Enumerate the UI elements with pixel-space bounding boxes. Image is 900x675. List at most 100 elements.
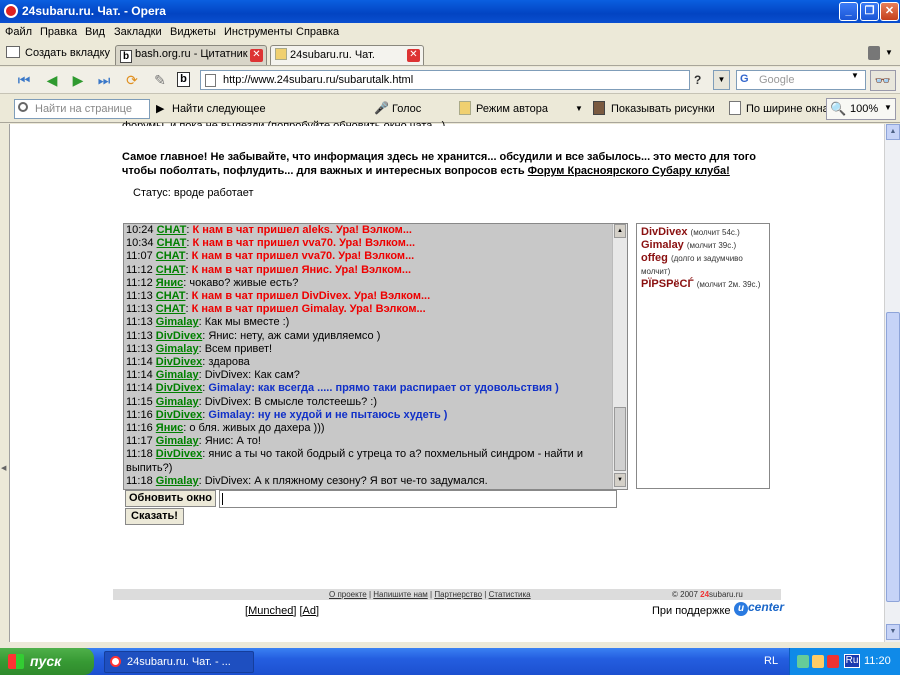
author-mode-dropdown-icon[interactable]: ▼ [575,104,583,113]
side-panel-toggle[interactable]: ◀ [0,124,9,642]
address-bar: ⏮ ◀ ▶ ⏭ ⟳ ✎ b http://www.24subaru.ru/sub… [0,67,900,94]
help-icon[interactable]: ? [694,73,701,87]
taskbar-item-opera[interactable]: 24subaru.ru. Чат. - ... [104,651,254,673]
chat-scroll-thumb[interactable] [614,407,626,471]
page-favicon-icon [275,48,287,60]
menu-bookmarks[interactable]: Закладки [114,26,162,38]
message-nick[interactable]: Gimalay [156,369,199,381]
bookmark-b-icon[interactable]: b [177,72,190,87]
message-nick[interactable]: CHAT [156,264,186,276]
forward-icon[interactable]: ▶ [70,72,86,88]
scroll-up-icon[interactable]: ▲ [886,124,900,140]
tab-close-icon[interactable]: ✕ [407,49,420,62]
trash-dropdown-icon[interactable]: ▼ [885,48,893,57]
menu-widgets[interactable]: Виджеты [170,26,216,38]
page-scrollbar[interactable]: ▲ ▼ [884,124,900,642]
find-input[interactable]: Найти на странице [14,99,150,119]
clipped-text: форумы, и пока не вылезли (попробуйте об… [122,120,446,126]
edit-icon[interactable]: ✎ [152,72,168,88]
message-text: Янис: нету, аж сами удивляемсо ) [208,329,381,342]
language-indicator[interactable]: RL [764,655,778,667]
fit-width-button[interactable]: По ширине окна [746,103,829,115]
user-list-item[interactable]: DivDivex (молчит 54с.) [641,226,765,239]
footer-link-partnership[interactable]: Партнерство [434,590,482,599]
zoom-dropdown-icon[interactable]: ▼ [884,103,892,112]
fast-forward-icon[interactable]: ⏭ [96,72,112,88]
user-list-item[interactable]: PÏPSPëCЃ (молчит 2м. 39с.) [641,278,765,291]
message-nick[interactable]: Янис [156,422,183,434]
scroll-thumb[interactable] [886,312,900,602]
menu-file[interactable]: Файл [5,26,32,38]
maximize-button[interactable]: ❐ [860,2,879,21]
message-nick[interactable]: CHAT [156,303,186,315]
message-time: 11:13 [126,303,153,316]
footer-link-contact[interactable]: Напишите нам [373,590,428,599]
tray-language-icon[interactable]: Ru [844,654,860,668]
close-button[interactable]: ✕ [880,2,899,21]
menu-help[interactable]: Справка [296,26,339,38]
message-nick[interactable]: Gimalay [156,475,199,487]
trash-icon[interactable] [868,46,880,60]
show-images-button[interactable]: Показывать рисунки [611,103,715,115]
reload-icon[interactable]: ⟳ [124,72,140,88]
chat-scroll-down-icon[interactable]: ▼ [614,473,626,487]
chat-message: 11:16 DivDivex: Gimalay: ну не худой и н… [126,409,611,422]
forum-link[interactable]: Форум Красноярского Субару клуба! [528,165,730,177]
menu-edit[interactable]: Правка [40,26,77,38]
search-dropdown-icon[interactable]: ▼ [851,71,859,80]
ucenter-logo[interactable]: u center [734,600,784,616]
message-nick[interactable]: DivDivex [156,448,202,460]
message-nick[interactable]: Gimalay [156,396,199,408]
tab-24subaru[interactable]: 24subaru.ru. Чат. ✕ [270,45,424,65]
user-list-item[interactable]: Gimalay (молчит 39с.) [641,239,765,252]
url-field[interactable]: http://www.24subaru.ru/subarutalk.html [200,70,690,90]
message-nick[interactable]: CHAT [156,290,186,302]
back-icon[interactable]: ◀ [44,72,60,88]
glasses-icon[interactable]: 👓 [870,70,896,91]
ucenter-text: center [748,600,785,614]
menu-view[interactable]: Вид [85,26,105,38]
new-tab-button[interactable]: Создать вкладку [6,46,110,59]
tab-label: bash.org.ru - Цитатник ... [135,48,260,60]
chat-scrollbar[interactable]: ▲ ▼ [612,224,627,489]
message-nick[interactable]: CHAT [156,250,186,262]
message-nick[interactable]: Gimalay [156,343,199,355]
say-button[interactable]: Сказать! [125,508,184,525]
tray-antivirus-icon[interactable] [827,655,839,668]
refresh-window-button[interactable]: Обновить окно [125,490,216,507]
footer-link-about[interactable]: О проекте [329,590,367,599]
tray-network-icon[interactable] [797,655,809,668]
footer-links: О проекте | Напишите нам | Партнерство |… [329,590,531,599]
footer-link-stats[interactable]: Статистика [489,590,531,599]
taskbar: пуск 24subaru.ru. Чат. - ... RL Ru 11:20 [0,648,900,675]
tab-bash[interactable]: b bash.org.ru - Цитатник ... ✕ [115,45,267,65]
minimize-button[interactable]: _ [839,2,858,21]
voice-button[interactable]: Голос [392,103,421,115]
message-nick[interactable]: Gimalay [156,316,199,328]
find-next-button[interactable]: Найти следующее [172,103,266,115]
scroll-down-icon[interactable]: ▼ [886,624,900,640]
message-nick[interactable]: Янис [156,277,183,289]
url-dropdown-icon[interactable]: ▼ [713,70,730,90]
author-mode-button[interactable]: Режим автора [476,103,548,115]
chat-scroll-up-icon[interactable]: ▲ [614,224,626,238]
message-time: 11:07 [126,250,153,263]
message-input[interactable] [219,490,617,508]
message-nick[interactable]: CHAT [157,237,187,249]
message-nick[interactable]: DivDivex [156,382,202,394]
tab-bar: Создать вкладку b bash.org.ru - Цитатник … [0,42,900,66]
title-bar: 24subaru.ru. Чат. - Opera _ ❐ ✕ [0,0,900,23]
message-nick[interactable]: DivDivex [156,409,202,421]
search-field[interactable]: Google [736,70,866,90]
message-nick[interactable]: CHAT [157,224,187,236]
tray-agent-icon[interactable] [812,655,824,668]
munched-link[interactable]: Munched [248,605,293,617]
tab-close-icon[interactable]: ✕ [250,49,263,62]
message-nick[interactable]: DivDivex [156,356,202,368]
message-nick[interactable]: DivDivex [156,330,202,342]
message-nick[interactable]: Gimalay [156,435,199,447]
user-list-item[interactable]: offeg (долго и задумчиво молчит) [641,252,765,278]
rewind-icon[interactable]: ⏮ [16,72,32,88]
ad-link[interactable]: Ad [303,605,316,617]
menu-tools[interactable]: Инструменты [224,26,293,38]
